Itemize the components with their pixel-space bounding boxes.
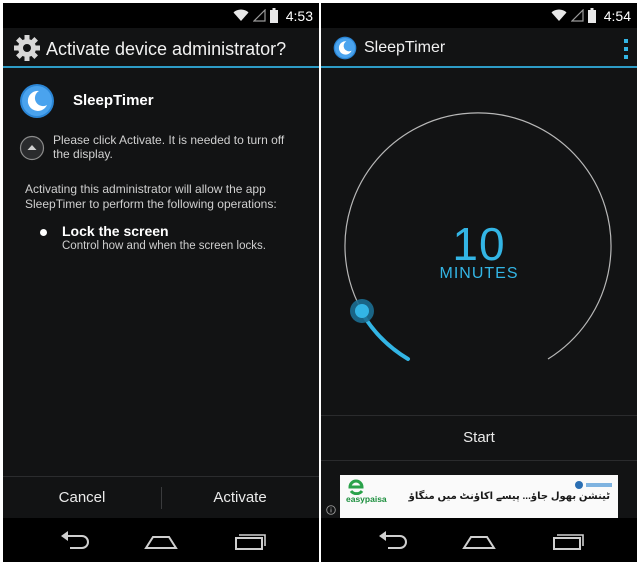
recents-icon[interactable]: [229, 526, 269, 554]
ad-tagline: ٹینشن بھول جاؤ... پیسے اکاؤنٹ میں منگاؤ: [408, 491, 610, 502]
status-clock: 4:53: [285, 7, 313, 24]
description-text: Activating this administrator will allow…: [25, 182, 277, 211]
start-button[interactable]: Start: [321, 416, 637, 460]
action-bar: SleepTimer: [321, 28, 637, 69]
permission-title: Lock the screen: [62, 223, 169, 239]
status-clock: 4:54: [603, 7, 631, 24]
battery-icon: [587, 8, 596, 23]
gear-icon: [14, 35, 40, 61]
permission-description: Control how and when the screen locks.: [62, 240, 266, 252]
ad-banner[interactable]: easypaisa ٹینشن بھول جاؤ... پیسے اکاؤنٹ …: [340, 475, 618, 519]
info-text: Please click Activate. It is needed to t…: [53, 133, 285, 161]
permission-bullet: [40, 229, 47, 236]
home-icon[interactable]: [459, 526, 499, 554]
navigation-bar: [321, 518, 637, 562]
ad-info-icon[interactable]: [326, 505, 336, 515]
status-bar: 4:54: [321, 3, 637, 28]
dialog-title-bar: Activate device administrator?: [3, 28, 319, 69]
telenor-logo: [575, 481, 612, 489]
cancel-button[interactable]: Cancel: [3, 477, 161, 519]
battery-icon: [269, 8, 278, 23]
ad-brand: easypaisa: [346, 494, 387, 504]
moon-icon: [20, 84, 54, 118]
timer-value: 10: [452, 218, 506, 270]
overflow-menu-icon[interactable]: [621, 37, 631, 61]
action-bar-divider: [321, 66, 637, 68]
home-icon[interactable]: [141, 526, 181, 554]
app-header: SleepTimer: [19, 83, 154, 119]
navigation-bar: [3, 518, 319, 562]
wifi-icon: [551, 9, 567, 21]
expand-icon[interactable]: [19, 135, 45, 161]
app-title: SleepTimer: [364, 39, 446, 56]
start-bar: Start: [321, 415, 637, 461]
title-divider: [3, 66, 319, 68]
dialog-title: Activate device administrator?: [46, 39, 287, 59]
right-screen: 4:54 SleepTimer 10 MINUTES Start easypai…: [321, 3, 637, 562]
back-icon[interactable]: [56, 526, 96, 554]
dialog-button-bar: Cancel Activate: [3, 476, 319, 519]
wifi-icon: [233, 9, 249, 21]
back-icon[interactable]: [374, 526, 414, 554]
easypaisa-logo: [348, 479, 364, 495]
moon-icon: [333, 36, 357, 60]
status-bar: 4:53: [3, 3, 319, 28]
signal-icon: [252, 9, 266, 22]
app-name: SleepTimer: [73, 92, 154, 109]
timer-unit: MINUTES: [439, 265, 519, 282]
activate-button[interactable]: Activate: [161, 477, 319, 519]
recents-icon[interactable]: [547, 526, 587, 554]
left-screen: 4:53 Activate device administrator? Slee…: [3, 3, 319, 562]
signal-icon: [570, 9, 584, 22]
